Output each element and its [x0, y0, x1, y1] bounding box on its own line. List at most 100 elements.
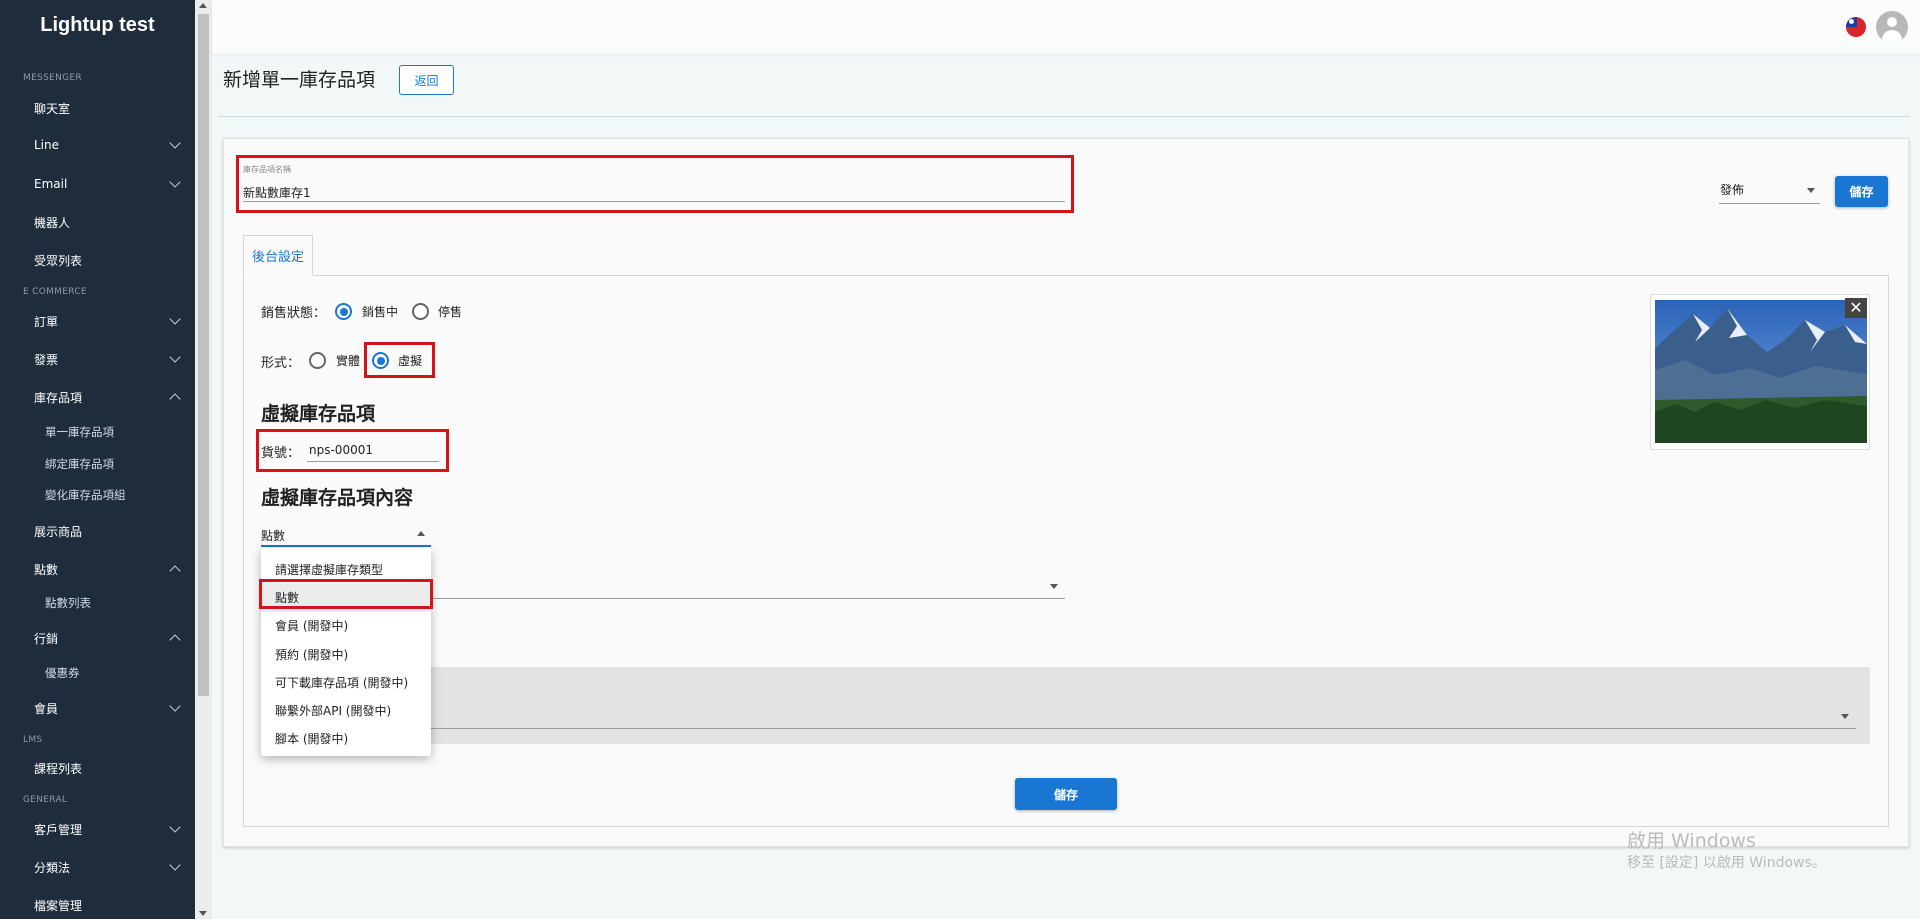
- sidebar-item-label: 單一庫存品項: [45, 425, 114, 439]
- taiwan-flag-icon[interactable]: [1846, 17, 1866, 37]
- publish-select[interactable]: 發佈: [1720, 181, 1744, 198]
- bottom-save-button[interactable]: 儲存: [1015, 778, 1117, 810]
- sidebar-item-variant-group[interactable]: 變化庫存品項組: [45, 484, 179, 506]
- sidebar-item-label: 受眾列表: [34, 253, 83, 268]
- menu-item[interactable]: 可下載庫存品項 (開發中): [261, 668, 431, 696]
- virtual-inventory-heading: 虛擬庫存品項: [261, 403, 376, 425]
- sidebar-item-line[interactable]: Line: [34, 134, 181, 156]
- tab-panel: [243, 275, 1889, 827]
- section-ecommerce: E COMMERCE: [23, 287, 87, 297]
- chevron-up-icon: [169, 393, 181, 405]
- sidebar-item-courses[interactable]: 課程列表: [34, 757, 179, 779]
- sidebar-item-label: 展示商品: [34, 524, 83, 539]
- chevron-down-icon: [169, 176, 181, 188]
- chevron-up-icon: [169, 634, 181, 646]
- windows-watermark-subtitle: 移至 [設定] 以啟用 Windows。: [1627, 855, 1826, 871]
- sidebar-item-label: 點數: [34, 562, 59, 577]
- divider: [218, 116, 1910, 117]
- image-preview: [1650, 294, 1870, 450]
- section-general: GENERAL: [23, 795, 68, 805]
- sale-status-label: 銷售狀態：: [261, 306, 327, 321]
- format-label: 形式：: [261, 356, 301, 371]
- sidebar-item-invoice[interactable]: 發票: [34, 348, 181, 370]
- sidebar-item-member[interactable]: 會員: [34, 697, 181, 719]
- chevron-down-icon: [169, 859, 181, 871]
- sidebar-item-label: 客戶管理: [34, 822, 83, 837]
- menu-item[interactable]: 預約 (開發中): [261, 640, 431, 668]
- sidebar-item-label: 變化庫存品項組: [45, 488, 126, 502]
- highlight-box-name: [236, 155, 1074, 213]
- sidebar-item-label: 綁定庫存品項: [45, 457, 114, 471]
- section-lms: LMS: [23, 735, 43, 745]
- tab-backend-settings[interactable]: 後台設定: [243, 235, 313, 276]
- back-button[interactable]: 返回: [399, 65, 454, 95]
- sidebar-item-showcase[interactable]: 展示商品: [34, 520, 179, 542]
- close-icon[interactable]: ✕: [1845, 298, 1867, 318]
- sidebar-item-label: 聊天室: [34, 101, 71, 116]
- page-title: 新增單一庫存品項: [223, 69, 376, 91]
- sidebar-item-files[interactable]: 檔案管理: [34, 894, 179, 916]
- sidebar-item-robot[interactable]: 機器人: [34, 211, 179, 233]
- radio-sale-on[interactable]: [335, 303, 352, 320]
- sidebar-scrollbar[interactable]: [195, 0, 212, 919]
- sidebar-item-marketing[interactable]: 行銷: [34, 627, 181, 649]
- avatar-icon[interactable]: [1876, 11, 1908, 43]
- sale-on-label: 銷售中: [362, 305, 399, 319]
- highlight-box-virtual: [364, 342, 435, 378]
- sidebar-item-label: 行銷: [34, 631, 59, 646]
- menu-item[interactable]: 聯繫外部API (開發中): [261, 696, 431, 724]
- radio-physical[interactable]: [309, 352, 326, 369]
- menu-item[interactable]: 腳本 (開發中): [261, 725, 431, 753]
- sidebar-item-inventory[interactable]: 庫存品項: [34, 386, 181, 408]
- chevron-down-icon: [169, 700, 181, 712]
- mountain-image: [1655, 300, 1867, 443]
- sidebar-item-label: 訂單: [34, 314, 59, 329]
- menu-item[interactable]: 會員 (開發中): [261, 612, 431, 640]
- sidebar-item-label: 課程列表: [34, 761, 83, 776]
- highlight-box-sku: [256, 429, 449, 472]
- scroll-down-icon[interactable]: [199, 911, 207, 916]
- content-type-select-underline: [261, 545, 431, 547]
- sidebar-item-label: 分類法: [34, 860, 71, 875]
- dropdown-arrow-icon[interactable]: [1841, 714, 1849, 719]
- save-button[interactable]: 儲存: [1835, 176, 1888, 207]
- scrollbar-thumb[interactable]: [198, 14, 209, 696]
- chevron-up-icon: [169, 565, 181, 577]
- disabled-section: [262, 667, 1870, 744]
- sidebar-item-label: Line: [34, 138, 60, 152]
- sidebar-item-orders[interactable]: 訂單: [34, 310, 181, 332]
- highlight-box-option: [259, 579, 433, 609]
- sidebar-item-label: Email: [34, 177, 68, 191]
- disabled-select-underline: [431, 728, 1856, 729]
- sidebar-item-label: 會員: [34, 701, 59, 716]
- sidebar-item-points-list[interactable]: 點數列表: [45, 592, 179, 614]
- windows-watermark-title: 啟用 Windows: [1627, 830, 1756, 852]
- radio-sale-off[interactable]: [412, 303, 429, 320]
- sidebar-item-label: 發票: [34, 352, 59, 367]
- publish-select-underline: [1719, 203, 1820, 204]
- sidebar-item-taxonomy[interactable]: 分類法: [34, 856, 181, 878]
- points-select-underline: [431, 598, 1065, 599]
- dropdown-arrow-icon[interactable]: [1050, 584, 1058, 589]
- virtual-content-heading: 虛擬庫存品項內容: [261, 487, 414, 509]
- chevron-down-icon: [169, 821, 181, 833]
- section-messenger: MESSENGER: [23, 73, 82, 83]
- sidebar-item-coupon[interactable]: 優惠券: [45, 662, 179, 684]
- sidebar-item-audience[interactable]: 受眾列表: [34, 249, 179, 271]
- content-type-select[interactable]: 點數: [261, 527, 285, 544]
- sidebar-item-label: 機器人: [34, 215, 71, 230]
- sidebar-item-customers[interactable]: 客戶管理: [34, 818, 181, 840]
- top-bar: [212, 0, 1920, 54]
- sidebar-item-email[interactable]: Email: [34, 173, 181, 195]
- chevron-down-icon: [169, 313, 181, 325]
- chevron-down-icon: [169, 351, 181, 363]
- sidebar-item-points[interactable]: 點數: [34, 558, 181, 580]
- sidebar-item-chat[interactable]: 聊天室: [34, 97, 179, 119]
- physical-label: 實體: [336, 354, 361, 368]
- sidebar-item-bundle-inventory[interactable]: 綁定庫存品項: [45, 453, 179, 475]
- scroll-up-icon[interactable]: [199, 3, 207, 8]
- sidebar-item-label: 庫存品項: [34, 390, 83, 405]
- sidebar-item-label: 點數列表: [45, 596, 91, 610]
- sidebar-item-single-inventory[interactable]: 單一庫存品項: [45, 421, 179, 443]
- dropdown-arrow-icon: [1807, 188, 1815, 193]
